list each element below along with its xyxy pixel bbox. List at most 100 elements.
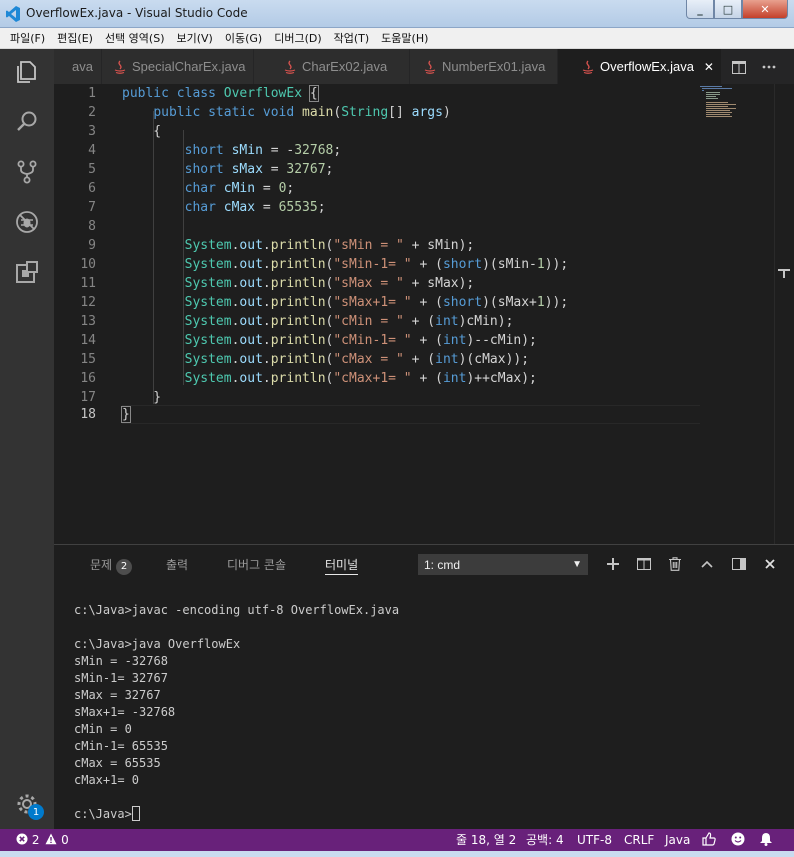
bottom-panel: 문제 2 출력 디버그 콘솔 터미널 1: cmd ▼ c:\Java>javac… bbox=[54, 544, 794, 829]
menu-tasks[interactable]: 작업(T) bbox=[328, 30, 376, 46]
more-actions-icon[interactable] bbox=[760, 58, 778, 76]
menu-selection[interactable]: 선택 영역(S) bbox=[99, 30, 171, 46]
tab-overflowex[interactable]: OverflowEx.java ✕ bbox=[558, 49, 722, 84]
debug-icon[interactable] bbox=[12, 207, 42, 237]
terminal-cursor bbox=[131, 806, 140, 821]
warning-icon bbox=[45, 833, 57, 845]
cursor-position[interactable]: 줄 18, 열 2 bbox=[456, 832, 516, 848]
code-line: 15 System.out.println("cMax = " + (int)(… bbox=[80, 352, 530, 367]
tab-label: CharEx02.java bbox=[302, 59, 388, 74]
menu-view[interactable]: 보기(V) bbox=[170, 30, 218, 46]
code-line: 18} bbox=[80, 406, 131, 423]
minimap[interactable] bbox=[700, 84, 760, 124]
tab-numberex01[interactable]: NumberEx01.java bbox=[410, 49, 558, 84]
encoding-status[interactable]: UTF-8 bbox=[577, 832, 612, 848]
chevron-down-icon: ▼ bbox=[572, 559, 582, 570]
code-editor[interactable]: 1 public class OverflowEx { 2 public stat… bbox=[54, 84, 774, 544]
code-line: 2 public static void main(String[] args) bbox=[88, 105, 451, 120]
terminal-output[interactable]: c:\Java>javac -encoding utf-8 OverflowEx… bbox=[74, 602, 774, 823]
terminal-line: sMax = 32767 bbox=[74, 688, 161, 702]
code-line: 5 short sMax = 32767; bbox=[88, 162, 334, 177]
java-file-icon bbox=[424, 60, 436, 74]
code-line: 6 char cMin = 0; bbox=[88, 181, 295, 196]
settings-update-badge: 1 bbox=[28, 804, 44, 820]
split-terminal-icon[interactable] bbox=[635, 555, 653, 573]
search-icon[interactable] bbox=[12, 107, 42, 137]
tab-label: ava bbox=[72, 59, 93, 74]
vscode-logo-icon bbox=[6, 6, 20, 22]
split-editor-icon[interactable] bbox=[730, 58, 748, 76]
menu-file[interactable]: 파일(F) bbox=[4, 30, 51, 46]
terminal-select[interactable]: 1: cmd ▼ bbox=[418, 554, 588, 575]
maximize-button[interactable]: □ bbox=[714, 0, 742, 19]
code-line: 16 System.out.println("cMax+1= " + (int)… bbox=[80, 371, 537, 386]
code-line: 8 bbox=[88, 219, 96, 234]
code-line: 12 System.out.println("sMax+1= " + (shor… bbox=[80, 295, 569, 310]
tab-label: SpecialCharEx.java bbox=[132, 59, 246, 74]
extensions-icon[interactable] bbox=[12, 257, 42, 287]
menu-go[interactable]: 이동(G) bbox=[219, 30, 268, 46]
terminal-line: c:\Java>java OverflowEx bbox=[74, 637, 241, 651]
terminal-line: cMin-1= 65535 bbox=[74, 739, 168, 753]
tab-label: OverflowEx.java bbox=[600, 59, 694, 74]
minimize-button[interactable]: _ bbox=[686, 0, 714, 19]
terminal-line: c:\Java>javac -encoding utf-8 OverflowEx… bbox=[74, 603, 400, 617]
tab-charex02[interactable]: CharEx02.java bbox=[254, 49, 410, 84]
tab-problems[interactable]: 문제 2 bbox=[90, 555, 133, 575]
editor-scrollbar[interactable] bbox=[774, 84, 794, 544]
menu-help[interactable]: 도움말(H) bbox=[375, 30, 434, 46]
code-line: 14 System.out.println("cMin-1= " + (int)… bbox=[80, 333, 537, 348]
close-panel-icon[interactable] bbox=[761, 555, 779, 573]
code-line: 3 { bbox=[88, 124, 162, 139]
tab-output[interactable]: 출력 bbox=[166, 555, 188, 575]
tab-ava[interactable]: ava bbox=[54, 49, 102, 84]
scroll-cursor-marker bbox=[783, 269, 785, 278]
code-line: 9 System.out.println("sMin = " + sMin); bbox=[88, 238, 475, 253]
status-bar: 2 0 줄 18, 열 2 공백: 4 UTF-8 CRLF Java bbox=[0, 829, 794, 851]
code-line: 1 public class OverflowEx { bbox=[88, 85, 319, 102]
terminal-prompt-line: c:\Java> bbox=[74, 806, 774, 823]
chevron-up-icon[interactable] bbox=[698, 555, 716, 573]
activity-bar: 1 bbox=[0, 49, 54, 829]
terminal-line: sMax+1= -32768 bbox=[74, 705, 176, 719]
menu-bar: 파일(F) 편집(E) 선택 영역(S) 보기(V) 이동(G) 디버그(D) … bbox=[0, 28, 794, 49]
error-icon bbox=[16, 833, 28, 845]
menu-edit[interactable]: 편집(E) bbox=[51, 30, 99, 46]
window-bottom-border bbox=[0, 851, 794, 857]
problems-count-badge: 2 bbox=[116, 559, 133, 575]
java-file-icon bbox=[582, 60, 594, 74]
feedback-thumbs-icon[interactable] bbox=[702, 832, 716, 848]
bell-icon[interactable] bbox=[759, 832, 773, 848]
window-titlebar: OverflowEx.java - Visual Studio Code _ □… bbox=[0, 0, 794, 28]
menu-debug[interactable]: 디버그(D) bbox=[268, 30, 327, 46]
new-terminal-icon[interactable] bbox=[604, 555, 622, 573]
terminal-line: sMin = -32768 bbox=[74, 654, 168, 668]
smiley-icon[interactable] bbox=[731, 832, 745, 848]
problems-status[interactable]: 2 0 bbox=[16, 832, 69, 848]
tab-debug-console[interactable]: 디버그 콘솔 bbox=[227, 555, 286, 575]
language-mode[interactable]: Java bbox=[665, 832, 690, 848]
terminal-line: cMax+1= 0 bbox=[74, 773, 140, 787]
code-line: 11 System.out.println("sMax = " + sMax); bbox=[80, 276, 475, 291]
java-file-icon bbox=[284, 60, 296, 74]
panel-layout-icon[interactable] bbox=[730, 555, 748, 573]
tab-specialcharex[interactable]: SpecialCharEx.java bbox=[102, 49, 254, 84]
explorer-icon[interactable] bbox=[12, 57, 42, 87]
java-file-icon bbox=[114, 60, 126, 74]
terminal-line: cMax = 65535 bbox=[74, 756, 161, 770]
terminal-line: cMin = 0 bbox=[74, 722, 132, 736]
eol-status[interactable]: CRLF bbox=[624, 832, 654, 848]
tab-terminal[interactable]: 터미널 bbox=[325, 555, 359, 575]
code-line: 13 System.out.println("cMin = " + (int)c… bbox=[80, 314, 514, 329]
code-line: 7 char cMax = 65535; bbox=[88, 200, 326, 215]
indentation-status[interactable]: 공백: 4 bbox=[526, 832, 564, 848]
window-title: OverflowEx.java - Visual Studio Code bbox=[26, 6, 248, 20]
editor-tab-bar: ava SpecialCharEx.java CharEx02.java Num… bbox=[54, 49, 794, 84]
source-control-icon[interactable] bbox=[12, 157, 42, 187]
close-window-button[interactable]: ✕ bbox=[742, 0, 788, 19]
tab-label: NumberEx01.java bbox=[442, 59, 546, 74]
close-tab-icon[interactable]: ✕ bbox=[704, 60, 714, 74]
trash-icon[interactable] bbox=[666, 555, 684, 573]
